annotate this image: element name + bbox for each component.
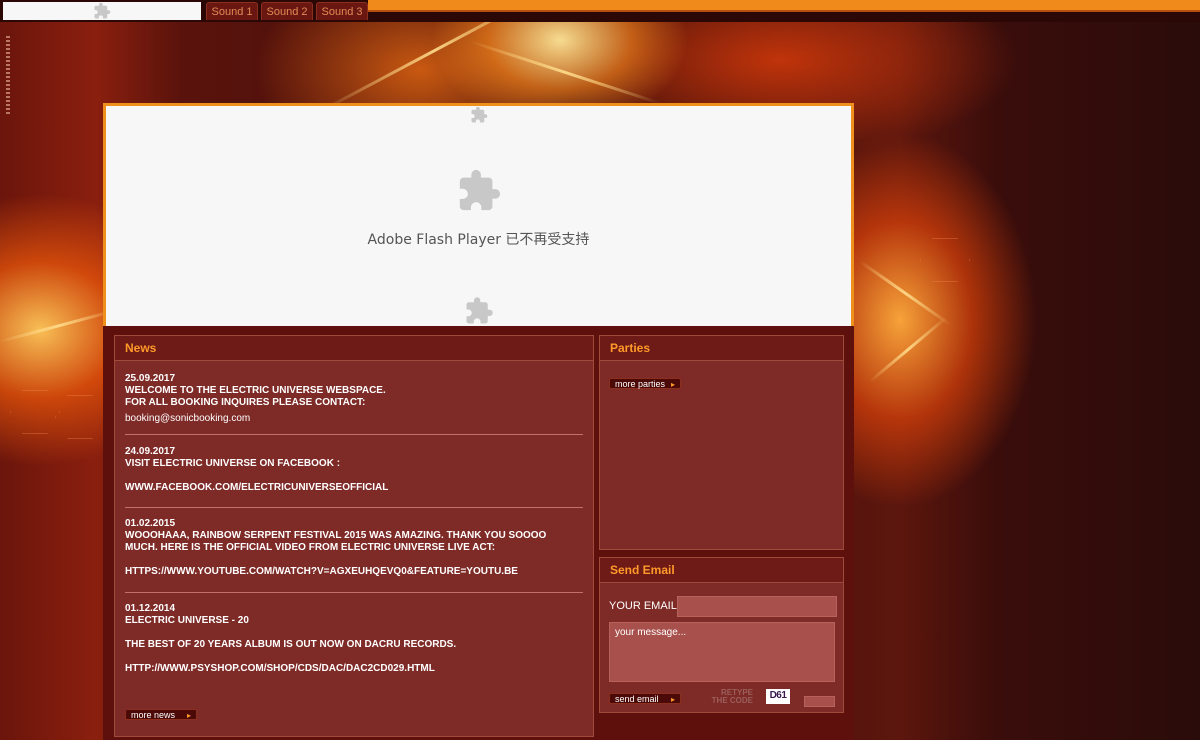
flash-placeholder[interactable]: Adobe Flash Player 已不再受支持 [103,103,854,326]
parties-panel: Parties more parties ▸ [599,335,844,550]
send-email-button[interactable]: send email ▸ [609,693,681,704]
youtube-link[interactable]: HTTPS://WWW.YOUTUBE.COM/WATCH?V=AGXEUHQE… [125,566,583,578]
email-label: YOUR EMAIL [609,600,677,612]
news-panel-header: News [115,336,593,361]
plugin-icon [94,2,111,19]
news-line: THE BEST OF 20 YEARS ALBUM IS OUT NOW ON… [125,639,457,650]
arrow-right-icon: ▸ [670,695,675,704]
captcha-image: D61 [766,689,790,704]
plugin-icon [459,169,501,211]
news-divider [125,592,583,593]
news-item: 01.02.2015 WOOOHAAA, RAINBOW SERPENT FES… [125,518,583,578]
top-bar-accent-line [368,0,1200,10]
psyshop-link[interactable]: HTTP://WWW.PSYSHOP.COM/SHOP/CDS/DAC/DAC2… [125,663,583,675]
send-email-panel: Send Email YOUR EMAIL your message... se… [599,557,844,713]
arrow-right-icon: ▸ [186,711,191,720]
parties-panel-header: Parties [600,336,843,361]
more-parties-label: more parties [615,379,666,389]
booking-email-link[interactable]: booking@sonicbooking.com [125,413,583,425]
news-title: News [125,341,157,355]
send-email-panel-header: Send Email [600,558,843,583]
tab-sound-1[interactable]: Sound 1 [206,2,258,20]
news-line: FOR ALL BOOKING INQUIRES PLEASE CONTACT: [125,397,366,408]
more-news-label: more news [131,710,176,720]
news-line: VISIT ELECTRIC UNIVERSE ON FACEBOOK : [125,458,341,469]
sidebar-decoration [6,36,10,116]
news-date: 01.02.2015 [125,518,176,529]
news-item: 24.09.2017 VISIT ELECTRIC UNIVERSE ON FA… [125,446,583,494]
news-line: MUCH. HERE IS THE OFFICIAL VIDEO FROM EL… [125,542,496,553]
tab-sound-3[interactable]: Sound 3 [316,2,368,20]
tab-sound-2[interactable]: Sound 2 [261,2,313,20]
message-placeholder: your message... [615,627,687,638]
news-date: 24.09.2017 [125,446,176,457]
news-panel: News 25.09.2017 WELCOME TO THE ELECTRIC … [114,335,594,737]
news-date: 25.09.2017 [125,373,176,384]
news-item: 25.09.2017 WELCOME TO THE ELECTRIC UNIVE… [125,373,583,425]
plugin-icon [471,106,488,123]
retype-line: THE CODE [711,696,753,705]
more-news-button[interactable]: more news ▸ [125,709,197,720]
news-item: 01.12.2014 ELECTRIC UNIVERSE - 20 THE BE… [125,603,583,675]
flash-unsupported-message: Adobe Flash Player 已不再受支持 [367,232,590,248]
news-line: ELECTRIC UNIVERSE - 20 [125,615,249,626]
arrow-right-icon: ▸ [670,380,675,389]
more-parties-button[interactable]: more parties ▸ [609,378,681,389]
send-email-label: send email [615,694,659,704]
news-line: WELCOME TO THE ELECTRIC UNIVERSE WEBSPAC… [125,385,386,396]
message-textarea[interactable]: your message... [609,622,835,682]
parties-title: Parties [610,341,651,355]
news-date: 01.12.2014 [125,603,176,614]
plugin-icon [466,297,493,324]
retype-code-label: RETYPE THE CODE [703,689,753,705]
news-line: WOOOHAAA, RAINBOW SERPENT FESTIVAL 2015 … [125,530,547,541]
news-divider [125,507,583,508]
email-field[interactable] [677,596,837,617]
flash-placeholder-small [3,2,201,20]
news-divider [125,434,583,435]
top-bar-accent-line [368,10,1200,12]
send-email-title: Send Email [610,563,675,577]
captcha-field[interactable] [804,696,835,707]
facebook-link[interactable]: WWW.FACEBOOK.COM/ELECTRICUNIVERSEOFFICIA… [125,482,583,494]
